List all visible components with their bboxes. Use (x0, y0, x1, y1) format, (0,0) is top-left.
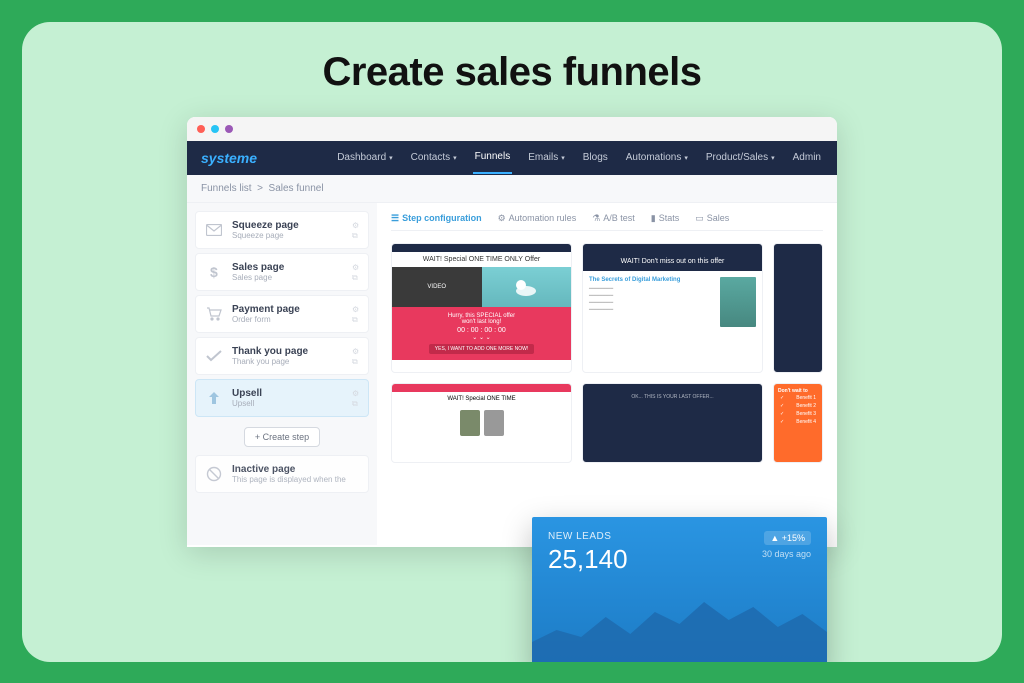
video-placeholder: VIDEO (392, 267, 482, 307)
cart-icon (204, 304, 224, 324)
template-grid: WAIT! Special ONE TIME ONLY Offer VIDEO … (391, 243, 823, 373)
hero-title: Create sales funnels (322, 50, 701, 95)
cta-button: YES, I WANT TO ADD ONE MORE NOW! (429, 344, 534, 354)
copy-icon[interactable]: ⧉ (352, 315, 360, 323)
chevron-down-icon: ▾ (561, 154, 565, 162)
ban-icon (204, 464, 224, 484)
stats-period: 30 days ago (762, 549, 811, 559)
template-card[interactable]: OK... THIS IS YOUR LAST OFFER... (582, 383, 763, 463)
copy-icon[interactable]: ⧉ (352, 231, 360, 239)
stats-card: NEW LEADS 25,140 ▲ +15% 30 days ago (532, 517, 827, 662)
step-title: Inactive page (232, 464, 360, 475)
breadcrumb-current: Sales funnel (269, 183, 324, 194)
nav-contacts[interactable]: Contacts▾ (409, 142, 459, 173)
tab-stats[interactable]: ▮Stats (651, 213, 679, 224)
gear-icon: ⚙ (498, 213, 506, 224)
gear-icon[interactable]: ⚙ (352, 347, 360, 355)
template-banner: WAIT! Special ONE TIME (392, 392, 571, 406)
step-sub: Squeeze page (232, 231, 344, 240)
template-card[interactable]: WAIT! Special ONE TIME ONLY Offer VIDEO … (391, 243, 572, 373)
area-chart (532, 592, 827, 662)
step-upsell[interactable]: Upsell Upsell ⚙ ⧉ (195, 379, 369, 417)
gear-icon[interactable]: ⚙ (352, 305, 360, 313)
close-icon[interactable] (197, 125, 205, 133)
chevron-down-icon: ▾ (771, 154, 775, 162)
bar-icon: ▮ (651, 213, 656, 224)
step-title: Squeeze page (232, 220, 344, 231)
chevron-down-icon: ▾ (389, 154, 393, 162)
chevron-down-icon: ▾ (453, 154, 457, 162)
top-nav: systeme Dashboard▾ Contacts▾ Funnels Ema… (187, 141, 837, 175)
tab-sales[interactable]: ▭Sales (695, 213, 729, 224)
tab-step-config[interactable]: ☰Step configuration (391, 213, 482, 224)
tab-automation[interactable]: ⚙Automation rules (498, 213, 577, 224)
stats-change-badge: ▲ +15% (764, 531, 811, 545)
arrow-up-icon (204, 388, 224, 408)
step-inactive[interactable]: Inactive page This page is displayed whe… (195, 455, 369, 493)
nav-blogs[interactable]: Blogs (581, 142, 610, 173)
step-sub: Order form (232, 315, 344, 324)
gear-icon[interactable]: ⚙ (352, 221, 360, 229)
maximize-icon[interactable] (225, 125, 233, 133)
illustration-icon (482, 267, 572, 307)
step-thankyou[interactable]: Thank you page Thank you page ⚙ ⧉ (195, 337, 369, 375)
window-controls (187, 117, 837, 141)
step-title: Thank you page (232, 346, 344, 357)
step-sub: Sales page (232, 273, 344, 282)
gear-icon[interactable]: ⚙ (352, 263, 360, 271)
product-icon (460, 410, 480, 436)
funnel-steps-sidebar: Squeeze page Squeeze page ⚙ ⧉ $ Sales pa… (187, 203, 377, 545)
dollar-icon: $ (204, 262, 224, 282)
step-squeeze[interactable]: Squeeze page Squeeze page ⚙ ⧉ (195, 211, 369, 249)
svg-text:$: $ (210, 264, 218, 280)
tab-abtest[interactable]: ⚗A/B test (592, 213, 635, 224)
countdown-timer: 00 : 00 : 00 : 00 (396, 327, 567, 334)
envelope-icon (204, 220, 224, 240)
template-card[interactable]: Don't wait to ✓Benefit 1 ✓Benefit 2 ✓Ben… (773, 383, 823, 463)
minimize-icon[interactable] (211, 125, 219, 133)
step-title: Sales page (232, 262, 344, 273)
step-sales[interactable]: $ Sales page Sales page ⚙ ⧉ (195, 253, 369, 291)
copy-icon[interactable]: ⧉ (352, 399, 360, 407)
step-sub: Upsell (232, 399, 344, 408)
step-actions: ⚙ ⧉ (352, 221, 360, 239)
list-icon: ☰ (391, 213, 399, 224)
check-icon (204, 346, 224, 366)
nav-automations[interactable]: Automations▾ (624, 142, 690, 173)
gear-icon[interactable]: ⚙ (352, 389, 360, 397)
create-step-button[interactable]: + Create step (244, 427, 320, 447)
nav-funnels[interactable]: Funnels (473, 141, 513, 174)
template-card[interactable] (773, 243, 823, 373)
logo[interactable]: systeme (201, 150, 257, 166)
product-icon (484, 410, 504, 436)
copy-icon[interactable]: ⧉ (352, 273, 360, 281)
tag-icon: ▭ (695, 213, 704, 224)
nav-product-sales[interactable]: Product/Sales▾ (704, 142, 777, 173)
step-sub: This page is displayed when the (232, 475, 360, 484)
step-sub: Thank you page (232, 357, 344, 366)
flask-icon: ⚗ (592, 213, 600, 224)
copy-icon[interactable]: ⧉ (352, 357, 360, 365)
content-panel: ☰Step configuration ⚙Automation rules ⚗A… (377, 203, 837, 545)
nav-admin[interactable]: Admin (791, 142, 823, 173)
template-banner: WAIT! Special ONE TIME ONLY Offer (392, 252, 571, 267)
app-window: systeme Dashboard▾ Contacts▾ Funnels Ema… (187, 117, 837, 547)
nav-dashboard[interactable]: Dashboard▾ (335, 142, 394, 173)
breadcrumb: Funnels list > Sales funnel (187, 175, 837, 203)
template-hero: WAIT! Don't miss out on this offer (583, 252, 762, 271)
step-title: Upsell (232, 388, 344, 399)
template-card[interactable]: WAIT! Special ONE TIME (391, 383, 572, 463)
content-tabs: ☰Step configuration ⚙Automation rules ⚗A… (391, 213, 823, 231)
step-payment[interactable]: Payment page Order form ⚙ ⧉ (195, 295, 369, 333)
chevron-down-icon: ▾ (684, 154, 688, 162)
book-icon (720, 277, 756, 327)
template-card[interactable]: WAIT! Don't miss out on this offer The S… (582, 243, 763, 373)
breadcrumb-root[interactable]: Funnels list (201, 183, 252, 194)
step-title: Payment page (232, 304, 344, 315)
marketing-card: Create sales funnels systeme Dashboard▾ … (22, 22, 1002, 662)
nav-emails[interactable]: Emails▾ (526, 142, 567, 173)
